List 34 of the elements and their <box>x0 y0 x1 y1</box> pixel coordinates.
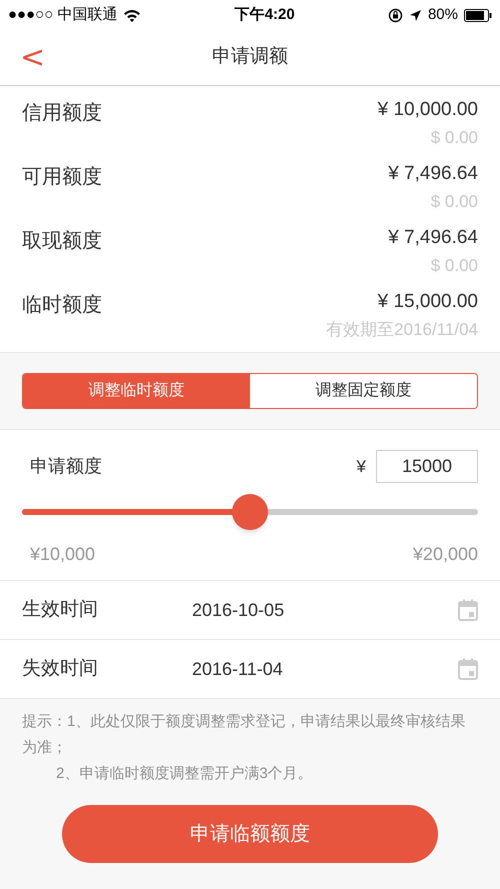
limit-label: 取现额度 <box>22 229 102 254</box>
date-label: 失效时间 <box>22 656 99 681</box>
date-row[interactable]: 失效时间 2016-11-04 <box>0 640 500 699</box>
battery-percent: 80% <box>428 4 458 25</box>
slider[interactable] <box>22 494 478 530</box>
back-button[interactable]: < <box>20 42 46 72</box>
submit-button[interactable]: 申请临额额度 <box>62 805 438 863</box>
limit-amount: ¥ 10,000.00 <box>378 98 478 122</box>
carrier-text: ●●●○○ 中国联通 <box>8 4 118 25</box>
max-value: ¥20,000 <box>412 543 478 566</box>
slider-thumb[interactable] <box>232 494 268 530</box>
date-row[interactable]: 生效时间 2016-10-05 <box>0 581 500 640</box>
limit-label: 可用额度 <box>22 165 102 190</box>
rotation-lock-icon <box>388 8 403 22</box>
date-value: 2016-10-05 <box>192 598 286 622</box>
limit-amount: ¥ 15,000.00 <box>378 290 478 314</box>
limit-label: 信用额度 <box>22 101 102 126</box>
min-value: ¥10,000 <box>30 543 96 566</box>
battery-icon <box>464 8 492 22</box>
location-arrow-icon <box>408 8 422 22</box>
clock-text: 下午4:20 <box>234 4 295 25</box>
limit-amount: ¥ 7,496.64 <box>388 226 478 250</box>
limit-amount: ¥ 7,496.64 <box>388 162 478 186</box>
date-label: 生效时间 <box>22 598 99 622</box>
limit-label: 临时额度 <box>22 293 102 318</box>
segment-tab[interactable]: 调整临时额度 <box>23 374 250 408</box>
currency-symbol: ¥ <box>356 456 366 478</box>
wifi-icon <box>123 8 142 22</box>
request-label: 申请额度 <box>30 455 102 478</box>
tip-text: 提示：1、此处仅限于额度调整需求登记，申请结果以最终审核结果为准； <box>22 712 466 758</box>
amount-field[interactable]: 15000 <box>376 450 478 483</box>
page-title: 申请调额 <box>212 45 288 70</box>
tip-text: 2、申请临时额度调整需开户满3个月。 <box>55 764 314 784</box>
date-value: 2016-11-04 <box>192 658 284 680</box>
